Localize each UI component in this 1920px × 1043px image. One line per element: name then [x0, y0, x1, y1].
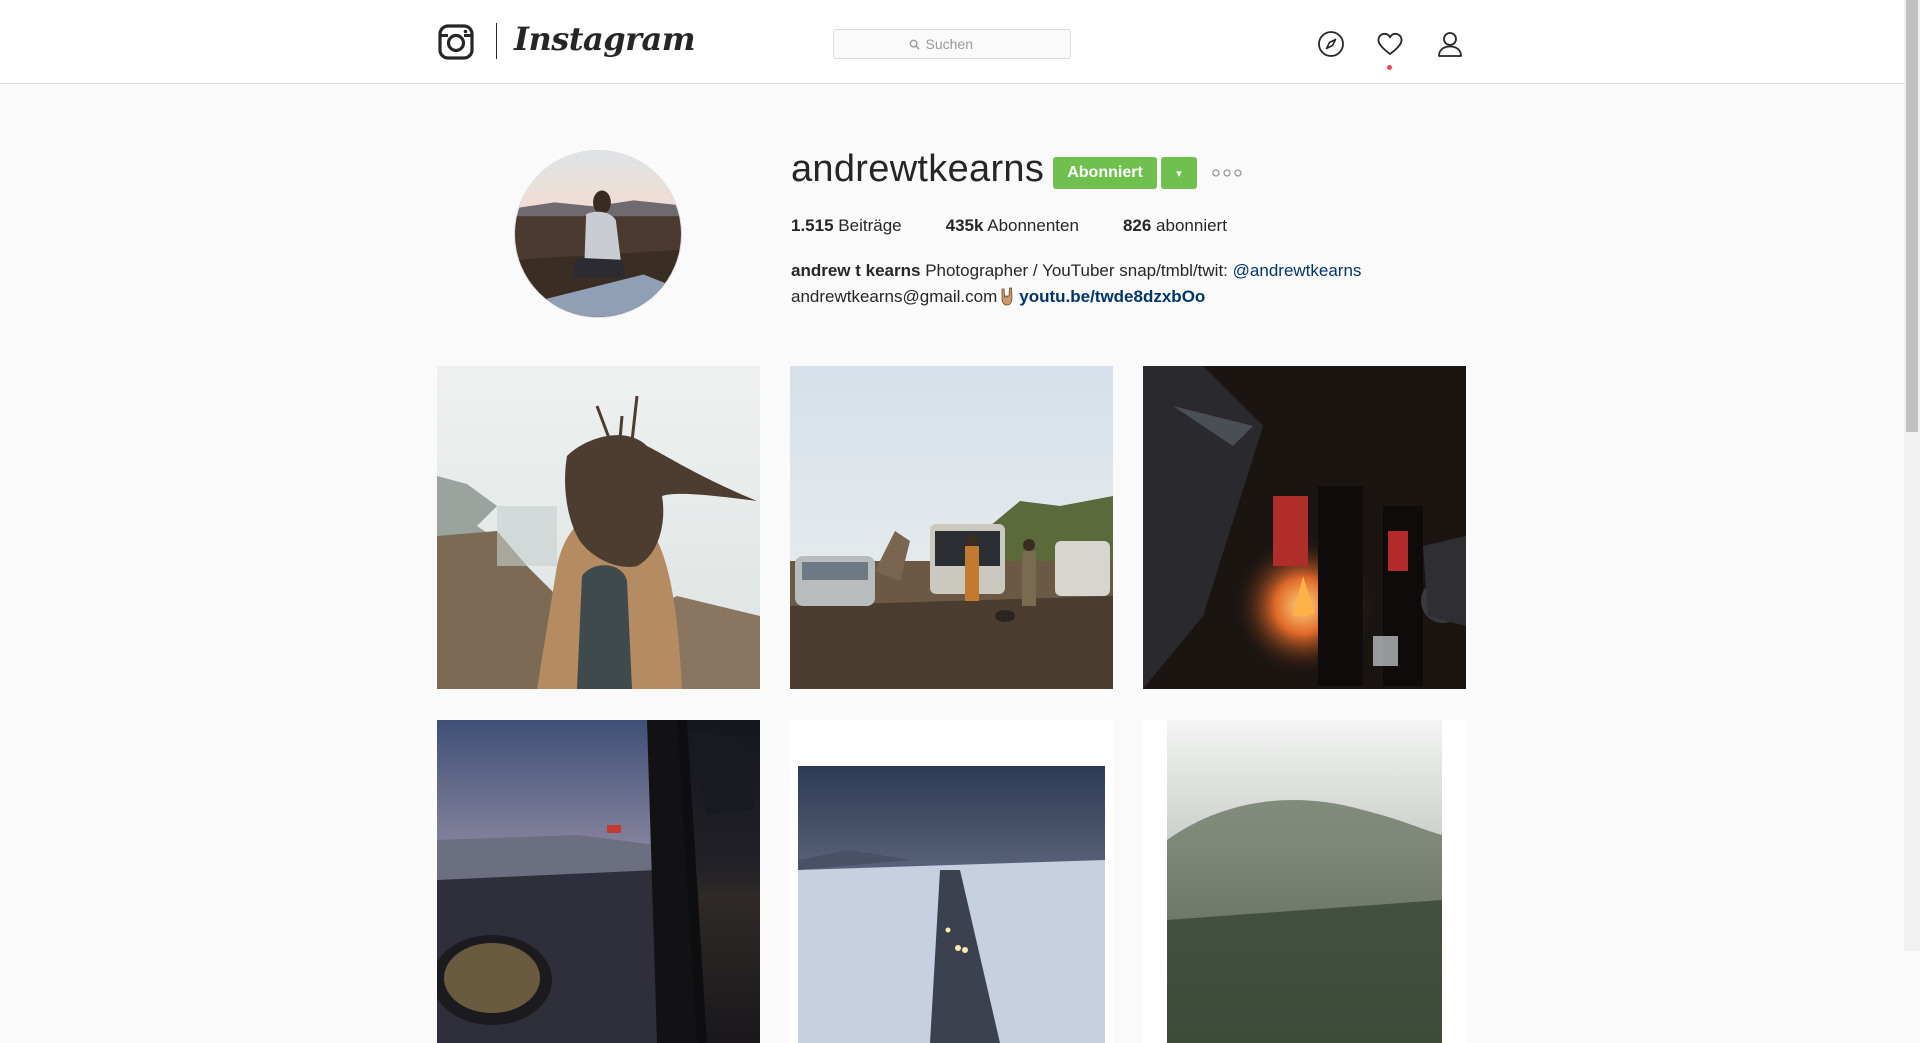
search-icon — [909, 39, 920, 50]
search-input[interactable] — [925, 36, 996, 52]
post-image — [1143, 366, 1466, 689]
post-image — [790, 720, 1113, 1043]
post-image — [1143, 720, 1466, 1043]
instagram-wordmark-logo[interactable]: Instagram — [514, 20, 696, 58]
instagram-camera-logo-icon[interactable] — [438, 24, 474, 60]
followers-count-value: 435k — [945, 216, 984, 235]
vertical-scrollbar-thumb[interactable] — [1906, 0, 1918, 432]
rock-on-hand-emoji-icon — [1001, 287, 1013, 306]
post-thumbnail[interactable] — [437, 720, 760, 1043]
bio-mention-link[interactable]: @andrewtkearns — [1233, 261, 1362, 280]
profile-bio: andrew t kearns Photographer / YouTuber … — [791, 258, 1511, 310]
post-image — [790, 366, 1113, 689]
post-image — [437, 366, 760, 689]
post-thumbnail[interactable] — [790, 366, 1113, 689]
following-button[interactable]: Abonniert — [1053, 157, 1157, 189]
more-options-button[interactable] — [1212, 166, 1242, 180]
explore-compass-icon[interactable] — [1317, 30, 1345, 58]
profile-avatar[interactable] — [514, 150, 682, 318]
post-thumbnail[interactable] — [1143, 366, 1466, 689]
following-count[interactable]: 826 abonniert — [1123, 216, 1227, 236]
profile-username: andrewtkearns — [791, 148, 1045, 190]
followers-count-label: Abonnenten — [987, 216, 1079, 235]
profile-stats: 1.515 Beiträge 435k Abonnenten 826 abonn… — [791, 216, 1271, 236]
following-count-label: abonniert — [1156, 216, 1227, 235]
posts-count-label: Beiträge — [838, 216, 902, 235]
post-thumbnail[interactable] — [790, 720, 1113, 1043]
bio-website-link[interactable]: youtu.be/twde8dzxbOo — [1019, 287, 1205, 306]
notification-dot — [1387, 65, 1392, 70]
top-navigation-bar: Instagram — [0, 0, 1904, 84]
ellipsis-icon — [1212, 169, 1242, 177]
logo-divider — [496, 23, 497, 59]
follow-options-dropdown-button[interactable]: ▾ — [1161, 157, 1197, 189]
chevron-down-icon: ▾ — [1176, 167, 1182, 180]
followers-count[interactable]: 435k Abonnenten — [946, 216, 1079, 236]
search-box[interactable] — [833, 29, 1071, 59]
post-thumbnail[interactable] — [1143, 720, 1466, 1043]
posts-count: 1.515 Beiträge — [791, 216, 902, 236]
following-count-value: 826 — [1122, 216, 1152, 235]
posts-count-value: 1.515 — [791, 216, 834, 235]
profile-user-icon[interactable] — [1436, 30, 1464, 58]
post-thumbnail[interactable] — [437, 366, 760, 689]
bio-email: andrewtkearns@gmail.com — [791, 287, 998, 306]
post-image — [437, 720, 760, 1043]
activity-heart-icon[interactable] — [1376, 30, 1404, 58]
bio-text: Photographer / YouTuber snap/tmbl/twit: — [925, 261, 1228, 280]
profile-full-name: andrew t kearns — [791, 261, 921, 280]
